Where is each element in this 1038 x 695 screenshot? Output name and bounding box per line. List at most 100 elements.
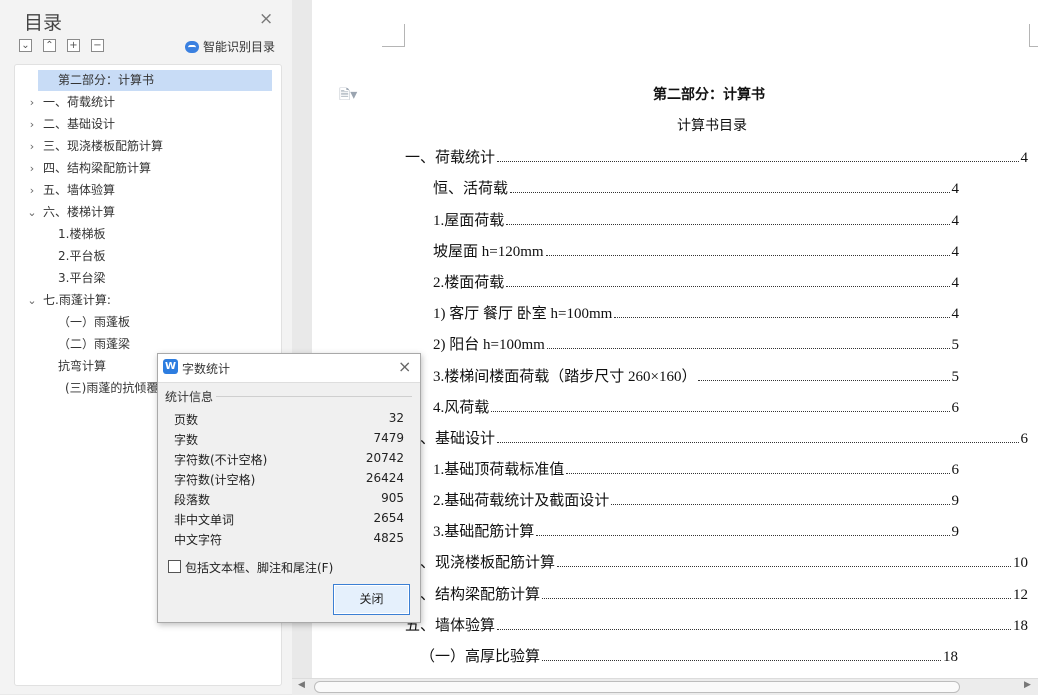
toc-entry[interactable]: 二、基础设计 6 — [405, 426, 1028, 448]
sidebar-close-icon[interactable]: × — [259, 9, 273, 29]
include-textbox-label[interactable]: 包括文本框、脚注和尾注(F) — [185, 559, 333, 576]
toc-dot-leader — [698, 380, 950, 381]
toc-item-label: （二）雨蓬梁 — [58, 337, 131, 351]
expand-arrow-icon[interactable]: › — [25, 136, 39, 157]
toc-entry[interactable]: 恒、活荷载 4 — [433, 176, 959, 198]
smart-toc-label: 智能识别目录 — [203, 40, 276, 54]
toc-entry-text: 3.基础配筋计算 — [433, 524, 535, 540]
toc-entry[interactable]: 2) 阳台 h=100mm 5 — [433, 332, 959, 354]
toc-entry-text: 一、荷载统计 — [405, 150, 496, 166]
toc-item-label: 二、基础设计 — [43, 117, 116, 131]
stat-value-non-chinese-words: 2654 — [373, 511, 404, 525]
toc-entry-page: 4 — [951, 275, 960, 291]
toc-item-label: 四、结构梁配筋计算 — [43, 161, 152, 175]
toc-entry-text: 四、结构梁配筋计算 — [405, 587, 541, 603]
add-heading-icon[interactable]: + — [67, 39, 80, 52]
stat-value-words: 7479 — [373, 431, 404, 445]
toc-item-label: 五、墙体验算 — [43, 183, 116, 197]
toc-item-foundation[interactable]: › 二、基础设计 — [25, 114, 271, 135]
collapse-arrow-icon[interactable]: ⌄ — [25, 290, 39, 311]
toc-entry-page: 4 — [951, 213, 960, 229]
remove-heading-icon[interactable]: − — [91, 39, 104, 52]
scrollbar-thumb[interactable] — [314, 681, 960, 693]
stat-label-words: 字数 — [174, 433, 199, 447]
margin-corner-mark — [1029, 24, 1038, 47]
expand-all-icon[interactable]: ⌃ — [43, 39, 56, 52]
dialog-close-icon[interactable]: × — [398, 357, 411, 376]
toc-item-beam[interactable]: › 四、结构梁配筋计算 — [25, 158, 271, 179]
toc-dot-leader — [542, 660, 941, 661]
horizontal-scrollbar[interactable]: ◀ ▶ — [292, 678, 1038, 695]
toc-item-canopy-slab[interactable]: （一）雨蓬板 — [58, 312, 271, 333]
toc-entry[interactable]: 五、墙体验算 18 — [405, 613, 1028, 635]
collapse-all-icon[interactable]: ⌄ — [19, 39, 32, 52]
close-button[interactable]: 关闭 — [333, 584, 410, 615]
stat-label-paragraphs: 段落数 — [174, 493, 211, 507]
toc-item-stair-slab[interactable]: 1.楼梯板 — [58, 224, 271, 245]
toc-entry-page: 9 — [951, 524, 960, 540]
toc-entry[interactable]: 2.基础荷载统计及截面设计 9 — [433, 488, 959, 510]
toc-entry-page: 5 — [951, 369, 960, 385]
toc-item-platform-beam[interactable]: 3.平台梁 — [58, 268, 271, 289]
document-menu-icon[interactable]: 🗎▾ — [339, 84, 357, 108]
toc-entry[interactable]: 3.基础配筋计算 9 — [433, 519, 959, 541]
stat-label-pages: 页数 — [174, 413, 199, 427]
toc-entry-page: 10 — [1013, 555, 1028, 571]
toc-entry[interactable]: 1) 客厅 餐厅 卧室 h=100mm 4 — [433, 301, 959, 323]
toc-entry[interactable]: 2.楼面荷载 4 — [433, 270, 959, 292]
toc-entry[interactable]: 1.屋面荷载 4 — [433, 208, 959, 230]
toc-item-label: 2.平台板 — [58, 249, 106, 263]
toc-item-slab[interactable]: › 三、现浇楼板配筋计算 — [25, 136, 271, 157]
toc-dot-leader — [566, 473, 950, 474]
include-textbox-checkbox[interactable] — [168, 560, 181, 573]
toc-entry-page: 9 — [951, 493, 960, 509]
document-heading: 第二部分：计算书 — [653, 87, 765, 103]
toc-dot-leader — [497, 629, 1011, 630]
toc-entry[interactable]: （一）高厚比验算 18 — [420, 644, 958, 666]
toc-item-stairs[interactable]: ⌄ 六、楼梯计算 — [25, 202, 271, 223]
toc-dot-leader — [510, 192, 950, 193]
toc-entry-text: 2.基础荷载统计及截面设计 — [433, 493, 610, 509]
scroll-right-icon[interactable]: ▶ — [1024, 680, 1031, 690]
toc-dot-leader — [557, 566, 1011, 567]
toc-entry[interactable]: 3.楼梯间楼面荷载（踏步尺寸 260×160） 5 — [433, 364, 959, 386]
toc-item-canopy[interactable]: ⌄ 七.雨蓬计算: — [25, 290, 271, 311]
word-count-dialog: W 字数统计 × 统计信息 页数 32 字数 7479 字符数(不计空格) 20… — [157, 353, 421, 623]
toc-entry-page: 6 — [951, 462, 960, 478]
toc-dot-leader — [614, 317, 950, 318]
toc-item-part2[interactable]: 第二部分：计算书 — [38, 70, 272, 91]
expand-arrow-icon[interactable]: › — [25, 158, 39, 179]
toc-entry[interactable]: 1.基础顶荷载标准值 6 — [433, 457, 959, 479]
stats-group-label: 统计信息 — [165, 390, 214, 404]
toc-item-canopy-beam[interactable]: （二）雨蓬梁 — [58, 334, 271, 355]
expand-arrow-icon[interactable]: › — [25, 114, 39, 135]
margin-corner-mark — [382, 24, 405, 47]
toc-entry-page: 18 — [943, 649, 958, 665]
scroll-left-icon[interactable]: ◀ — [298, 680, 305, 690]
expand-arrow-icon[interactable]: › — [25, 92, 39, 113]
collapse-arrow-icon[interactable]: ⌄ — [25, 202, 39, 223]
toc-item-label: (三)雨蓬的抗倾覆 — [65, 381, 159, 395]
sidebar-title: 目录 — [24, 12, 63, 34]
toc-item-wall[interactable]: › 五、墙体验算 — [25, 180, 271, 201]
toc-entry-page: 4 — [951, 306, 960, 322]
toc-entry[interactable]: 三、现浇楼板配筋计算 10 — [405, 550, 1028, 572]
toc-entry-page: 4 — [951, 244, 960, 260]
toc-item-platform-slab[interactable]: 2.平台板 — [58, 246, 271, 267]
toc-dot-leader — [546, 348, 950, 349]
toc-item-label: 六、楼梯计算 — [43, 205, 116, 219]
dialog-title: 字数统计 — [182, 362, 231, 376]
toc-entry[interactable]: 一、荷载统计 4 — [405, 145, 1028, 167]
toc-entry-page: 6 — [951, 400, 960, 416]
document-subheading: 计算书目录 — [677, 118, 747, 134]
expand-arrow-icon[interactable]: › — [25, 180, 39, 201]
toc-entry[interactable]: 4.风荷载 6 — [433, 395, 959, 417]
toc-dot-leader — [506, 224, 950, 225]
dialog-titlebar[interactable]: W 字数统计 × — [158, 354, 420, 383]
toc-entry-page: 18 — [1013, 618, 1028, 634]
toc-entry[interactable]: 坡屋面 h=120mm 4 — [433, 239, 959, 261]
toc-item-load[interactable]: › 一、荷载统计 — [25, 92, 271, 113]
toc-entry-text: 坡屋面 h=120mm — [433, 244, 544, 260]
toc-entry[interactable]: 四、结构梁配筋计算 12 — [405, 582, 1028, 604]
smart-toc-button[interactable]: 智能识别目录 — [185, 38, 275, 55]
